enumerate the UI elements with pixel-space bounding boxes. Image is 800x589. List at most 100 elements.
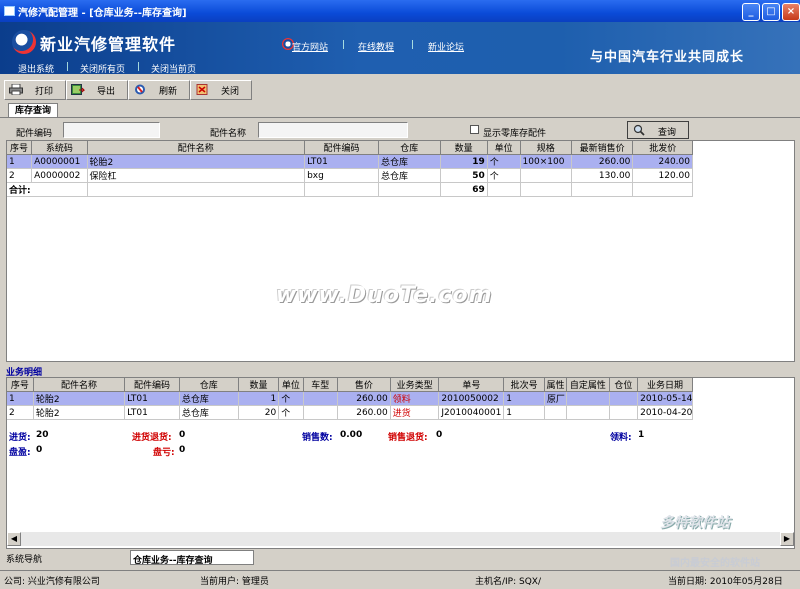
- export-button[interactable]: 导出: [66, 80, 128, 100]
- col-header[interactable]: 最新销售价: [571, 141, 634, 155]
- scroll-left-icon[interactable]: ◀: [7, 532, 21, 546]
- surplus-value: 0: [36, 445, 43, 455]
- minimize-button[interactable]: _: [742, 3, 760, 21]
- cell: LT01: [304, 154, 379, 169]
- col-header[interactable]: 仓库: [179, 378, 239, 392]
- close-doc-icon: [196, 84, 208, 95]
- zero-stock-label: 显示零库存配件: [483, 129, 547, 139]
- link-official-site[interactable]: 官方网站: [292, 40, 328, 53]
- col-header[interactable]: 批发价: [632, 141, 693, 155]
- close-current-page-link[interactable]: 关闭当前页: [151, 62, 196, 75]
- close-window-button[interactable]: ×: [782, 3, 800, 21]
- pick-value: 1: [638, 430, 645, 440]
- col-header[interactable]: 规格: [520, 141, 572, 155]
- zero-stock-checkbox[interactable]: [470, 125, 479, 134]
- tab-stock-query[interactable]: 库存查询: [8, 103, 58, 118]
- cell: [566, 405, 610, 420]
- col-header[interactable]: 单位: [278, 378, 304, 392]
- link-separator: |: [411, 40, 415, 50]
- refresh-icon: [135, 84, 145, 95]
- col-header[interactable]: 配件名称: [87, 141, 306, 155]
- col-header[interactable]: 业务日期: [637, 378, 693, 392]
- table-row[interactable]: 2 A0000002 保险杠 bxg 总仓库 50 个 130.00 120.0…: [7, 168, 693, 183]
- banner: 新业汽修管理软件 官方网站 | 在线教程 | 新业论坛 退出系统 | 关闭所有页…: [0, 22, 800, 75]
- purchase-label: 进货:: [9, 433, 31, 443]
- query-label: 查询: [658, 128, 677, 138]
- cell: 1: [7, 391, 34, 406]
- title-bar[interactable]: 汽修汽配管理 - [仓库业务--库存查询] _ □ ×: [0, 0, 800, 22]
- table-row[interactable]: 1 轮胎2 LT01 总仓库 1 个 260.00 领料 2010050002 …: [7, 391, 693, 406]
- cell: [87, 182, 306, 197]
- logo-icon: [12, 30, 36, 54]
- col-header[interactable]: 属性: [544, 378, 568, 392]
- col-header[interactable]: 业务类型: [390, 378, 440, 392]
- close-page-button[interactable]: 关闭: [190, 80, 252, 100]
- detail-table: 序号 配件名称 配件编码 仓库 数量 单位 车型 售价 业务类型 单号 批次号 …: [7, 378, 693, 420]
- cell: 个: [278, 405, 304, 420]
- scroll-right-icon[interactable]: ▶: [780, 532, 794, 546]
- col-header[interactable]: 批次号: [503, 378, 545, 392]
- col-header[interactable]: 序号: [7, 141, 33, 155]
- cell: 130.00: [571, 168, 634, 183]
- watermark: www.DuoTe.com: [276, 283, 493, 308]
- maximize-button[interactable]: □: [762, 3, 780, 21]
- date-status: 当前日期: 2010年05月28日: [668, 577, 783, 587]
- cell: [303, 405, 339, 420]
- col-header[interactable]: 自定属性: [566, 378, 610, 392]
- user-status: 当前用户: 管理员: [200, 577, 269, 587]
- col-header[interactable]: 配件编码: [124, 378, 180, 392]
- toolbar: 打印 导出 刷新 关闭: [0, 80, 260, 100]
- total-row: 合计: 69: [7, 182, 693, 197]
- print-button[interactable]: 打印: [4, 80, 66, 100]
- cell: [304, 182, 379, 197]
- current-page-box[interactable]: 仓库业务--库存查询: [130, 550, 254, 566]
- query-button[interactable]: 查询: [627, 121, 689, 139]
- link-separator: |: [66, 62, 70, 72]
- cell: 50: [440, 168, 488, 183]
- table-row[interactable]: 2 轮胎2 LT01 总仓库 20 个 260.00 进货 J201004000…: [7, 405, 693, 420]
- loss-value: 0: [179, 445, 186, 455]
- cell: J2010040001: [438, 405, 505, 420]
- refresh-label: 刷新: [159, 87, 178, 97]
- cell: 260.00: [571, 154, 634, 169]
- cell: [378, 182, 441, 197]
- col-header[interactable]: 单位: [487, 141, 521, 155]
- cell: 19: [440, 154, 488, 169]
- cell: [609, 391, 639, 406]
- horizontal-scrollbar[interactable]: ◀ ▶: [7, 532, 794, 546]
- surplus-label: 盘盈:: [9, 448, 31, 458]
- stock-header-row: 序号 系统码 配件名称 配件编码 仓库 数量 单位 规格 最新销售价 批发价: [7, 141, 693, 155]
- cell: LT01: [124, 391, 180, 406]
- col-header[interactable]: 数量: [440, 141, 488, 155]
- current-page-label: 仓库业务--库存查询: [133, 556, 213, 566]
- col-header[interactable]: 售价: [337, 378, 391, 392]
- col-header[interactable]: 仓位: [609, 378, 639, 392]
- link-forum[interactable]: 新业论坛: [428, 40, 464, 53]
- cell: 20: [238, 405, 280, 420]
- refresh-button[interactable]: 刷新: [128, 80, 190, 100]
- stock-grid[interactable]: 序号 系统码 配件名称 配件编码 仓库 数量 单位 规格 最新销售价 批发价 1…: [6, 140, 795, 362]
- exit-system-link[interactable]: 退出系统: [18, 62, 54, 75]
- cell: 2010-05-14: [637, 391, 693, 406]
- col-header[interactable]: 系统码: [31, 141, 88, 155]
- link-online-tutorial[interactable]: 在线教程: [358, 40, 394, 53]
- table-row[interactable]: 1 A0000001 轮胎2 LT01 总仓库 19 个 100×100 260…: [7, 154, 693, 169]
- col-header[interactable]: 车型: [303, 378, 339, 392]
- col-header[interactable]: 单号: [438, 378, 505, 392]
- slogan: 与中国汽车行业共同成长: [590, 50, 745, 65]
- col-header[interactable]: 配件编码: [304, 141, 379, 155]
- name-label: 配件名称: [210, 129, 247, 139]
- system-nav-label[interactable]: 系统导航: [6, 552, 42, 565]
- code-input[interactable]: [63, 122, 160, 138]
- col-header[interactable]: 序号: [7, 378, 34, 392]
- cell: 轮胎2: [87, 154, 306, 169]
- name-input[interactable]: [258, 122, 408, 138]
- cell: 2010050002: [438, 391, 505, 406]
- app-icon: [4, 6, 15, 16]
- col-header[interactable]: 数量: [238, 378, 280, 392]
- col-header[interactable]: 仓库: [378, 141, 441, 155]
- close-all-pages-link[interactable]: 关闭所有页: [80, 62, 125, 75]
- cell: [571, 182, 634, 197]
- cell: 个: [487, 154, 521, 169]
- col-header[interactable]: 配件名称: [33, 378, 126, 392]
